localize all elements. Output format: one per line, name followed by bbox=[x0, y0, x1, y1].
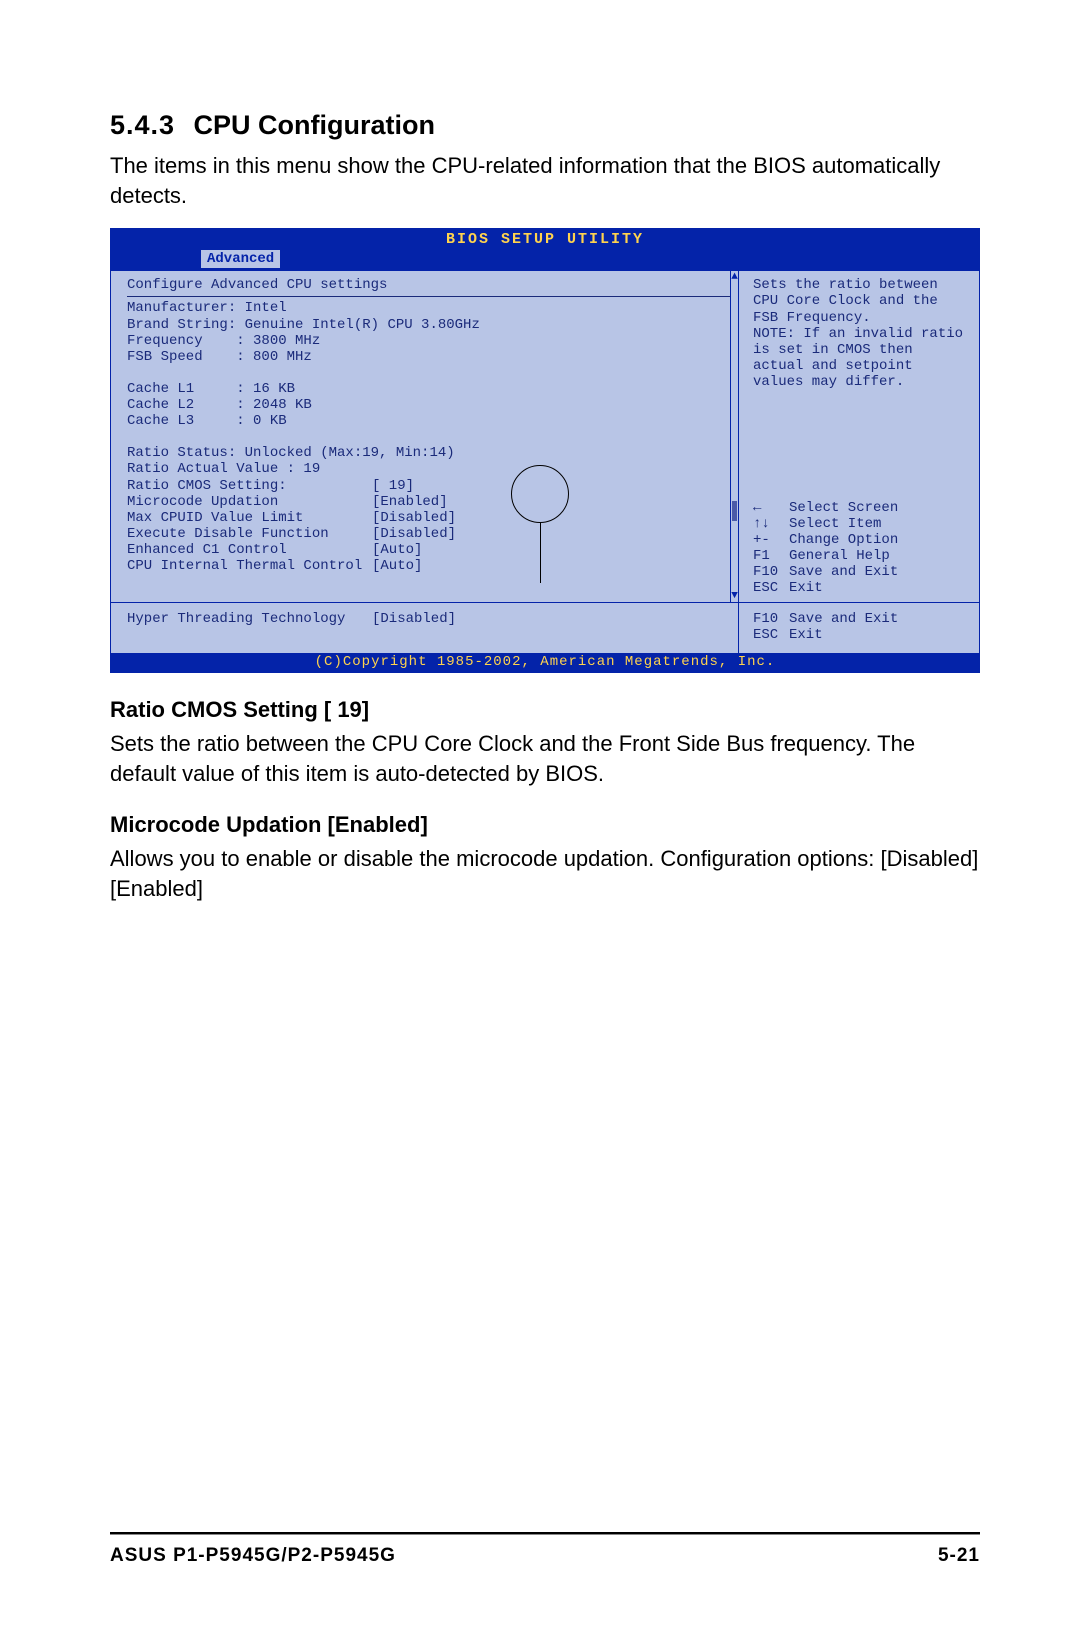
bios-title: BIOS SETUP UTILITY bbox=[111, 229, 979, 250]
setting-value: [Enabled] bbox=[372, 494, 448, 510]
scroll-down-icon[interactable]: ▼ bbox=[731, 590, 738, 602]
nav-key-desc: Save and Exit bbox=[789, 611, 898, 627]
section-number: 5.4.3 bbox=[110, 110, 175, 140]
nav-key-desc: Select Item bbox=[789, 516, 881, 532]
cpu-info-line: Cache L1 : 16 KB bbox=[127, 381, 730, 397]
setting-value: [Disabled] bbox=[372, 510, 456, 526]
setting-hyper-threading[interactable]: Hyper Threading Technology [Disabled] bbox=[127, 611, 730, 627]
scroll-thumb[interactable] bbox=[732, 501, 737, 521]
cpu-info-line bbox=[127, 365, 730, 381]
setting-value: [Auto] bbox=[372, 558, 422, 574]
setting-label: Ratio CMOS Setting: bbox=[127, 478, 372, 494]
page-footer: ASUS P1-P5945G/P2-P5945G 5-21 bbox=[110, 1532, 980, 1567]
cpu-info-line: Brand String: Genuine Intel(R) CPU 3.80G… bbox=[127, 317, 730, 333]
bios-pane-header: Configure Advanced CPU settings bbox=[127, 277, 730, 293]
setting-label: Max CPUID Value Limit bbox=[127, 510, 372, 526]
setting-value: [Disabled] bbox=[372, 526, 456, 542]
nav-key-desc: Change Option bbox=[789, 532, 898, 548]
cpu-info-line: FSB Speed : 800 MHz bbox=[127, 349, 730, 365]
nav-key-row: F1General Help bbox=[753, 548, 969, 564]
cpu-info-line bbox=[127, 429, 730, 445]
scrollbar[interactable]: ▲ ▼ bbox=[730, 271, 738, 602]
cpu-info-block: Manufacturer: IntelBrand String: Genuine… bbox=[127, 300, 730, 477]
bios-left-pane: Configure Advanced CPU settings Manufact… bbox=[111, 271, 739, 602]
setting-label: CPU Internal Thermal Control bbox=[127, 558, 372, 574]
nav-key-desc: General Help bbox=[789, 548, 890, 564]
cpu-info-line: Cache L3 : 0 KB bbox=[127, 413, 730, 429]
nav-key-row: ↑↓Select Item bbox=[753, 516, 969, 532]
bios-setting-row[interactable]: Ratio CMOS Setting:[ 19] bbox=[127, 478, 730, 494]
bios-extra-nav: F10Save and ExitESCExit bbox=[739, 603, 979, 653]
nav-key-row: F10Save and Exit bbox=[753, 564, 969, 580]
footer-rule bbox=[110, 1532, 980, 1535]
setting-label: Microcode Updation bbox=[127, 494, 372, 510]
section-intro: The items in this menu show the CPU-rela… bbox=[110, 151, 980, 210]
bios-right-pane: Sets the ratio between CPU Core Clock an… bbox=[739, 271, 979, 602]
cpu-settings-block: Ratio CMOS Setting:[ 19]Microcode Updati… bbox=[127, 478, 730, 574]
bios-copyright: (C)Copyright 1985-2002, American Megatre… bbox=[111, 653, 979, 672]
nav-key-row: F10Save and Exit bbox=[753, 611, 969, 627]
subsections: Ratio CMOS Setting [ 19] Sets the ratio b… bbox=[110, 697, 980, 904]
bios-setting-row[interactable]: Max CPUID Value Limit[Disabled] bbox=[127, 510, 730, 526]
setting-value: [Auto] bbox=[372, 542, 422, 558]
bios-tab-advanced[interactable]: Advanced bbox=[201, 250, 280, 268]
nav-key-desc: Exit bbox=[789, 580, 823, 596]
nav-key-symbol: ← bbox=[753, 500, 789, 516]
bios-setting-row[interactable]: Enhanced C1 Control[Auto] bbox=[127, 542, 730, 558]
nav-key-row: ESCExit bbox=[753, 580, 969, 596]
bios-help-text: Sets the ratio between CPU Core Clock an… bbox=[753, 277, 969, 390]
nav-key-symbol: ↑↓ bbox=[753, 516, 789, 532]
cpu-info-line: Ratio Status: Unlocked (Max:19, Min:14) bbox=[127, 445, 730, 461]
subsection-body: Sets the ratio between the CPU Core Cloc… bbox=[110, 729, 980, 788]
subsection-heading: Ratio CMOS Setting [ 19] bbox=[110, 697, 980, 723]
nav-key-symbol: F10 bbox=[753, 611, 789, 627]
setting-label: Hyper Threading Technology bbox=[127, 611, 372, 627]
cpu-info-line: Manufacturer: Intel bbox=[127, 300, 730, 316]
scroll-up-icon[interactable]: ▲ bbox=[731, 271, 738, 283]
bios-extra-left: Hyper Threading Technology [Disabled] bbox=[111, 603, 739, 653]
bios-setting-row[interactable]: CPU Internal Thermal Control[Auto] bbox=[127, 558, 730, 574]
setting-value: [ 19] bbox=[372, 478, 414, 494]
setting-label: Execute Disable Function bbox=[127, 526, 372, 542]
bios-extra-row: Hyper Threading Technology [Disabled] F1… bbox=[111, 602, 979, 653]
nav-key-symbol: F1 bbox=[753, 548, 789, 564]
bios-setting-row[interactable]: Microcode Updation[Enabled] bbox=[127, 494, 730, 510]
divider bbox=[127, 296, 730, 297]
nav-key-desc: Select Screen bbox=[789, 500, 898, 516]
cpu-info-line: Frequency : 3800 MHz bbox=[127, 333, 730, 349]
nav-key-symbol: ESC bbox=[753, 580, 789, 596]
nav-key-symbol: F10 bbox=[753, 564, 789, 580]
footer-product: ASUS P1-P5945G/P2-P5945G bbox=[110, 1545, 396, 1567]
bios-nav-keys: ←Select Screen↑↓Select Item+-Change Opti… bbox=[753, 500, 969, 596]
bios-setting-row[interactable]: Execute Disable Function[Disabled] bbox=[127, 526, 730, 542]
bios-screenshot: BIOS SETUP UTILITY Advanced Configure Ad… bbox=[110, 228, 980, 673]
subsection-heading: Microcode Updation [Enabled] bbox=[110, 812, 980, 838]
nav-key-row: +-Change Option bbox=[753, 532, 969, 548]
nav-key-row: ←Select Screen bbox=[753, 500, 969, 516]
setting-label: Enhanced C1 Control bbox=[127, 542, 372, 558]
bios-tab-row: Advanced bbox=[111, 250, 979, 270]
footer-page-number: 5-21 bbox=[938, 1545, 980, 1567]
nav-key-row: ESCExit bbox=[753, 627, 969, 643]
nav-key-desc: Save and Exit bbox=[789, 564, 898, 580]
nav-key-desc: Exit bbox=[789, 627, 823, 643]
section-heading: 5.4.3 CPU Configuration bbox=[110, 110, 980, 141]
section-title: CPU Configuration bbox=[194, 110, 435, 140]
subsection-body: Allows you to enable or disable the micr… bbox=[110, 844, 980, 903]
cpu-info-line: Ratio Actual Value : 19 bbox=[127, 461, 730, 477]
nav-key-symbol: ESC bbox=[753, 627, 789, 643]
bios-body: Configure Advanced CPU settings Manufact… bbox=[111, 270, 979, 602]
cpu-info-line: Cache L2 : 2048 KB bbox=[127, 397, 730, 413]
nav-key-symbol: +- bbox=[753, 532, 789, 548]
setting-value: [Disabled] bbox=[372, 611, 456, 627]
